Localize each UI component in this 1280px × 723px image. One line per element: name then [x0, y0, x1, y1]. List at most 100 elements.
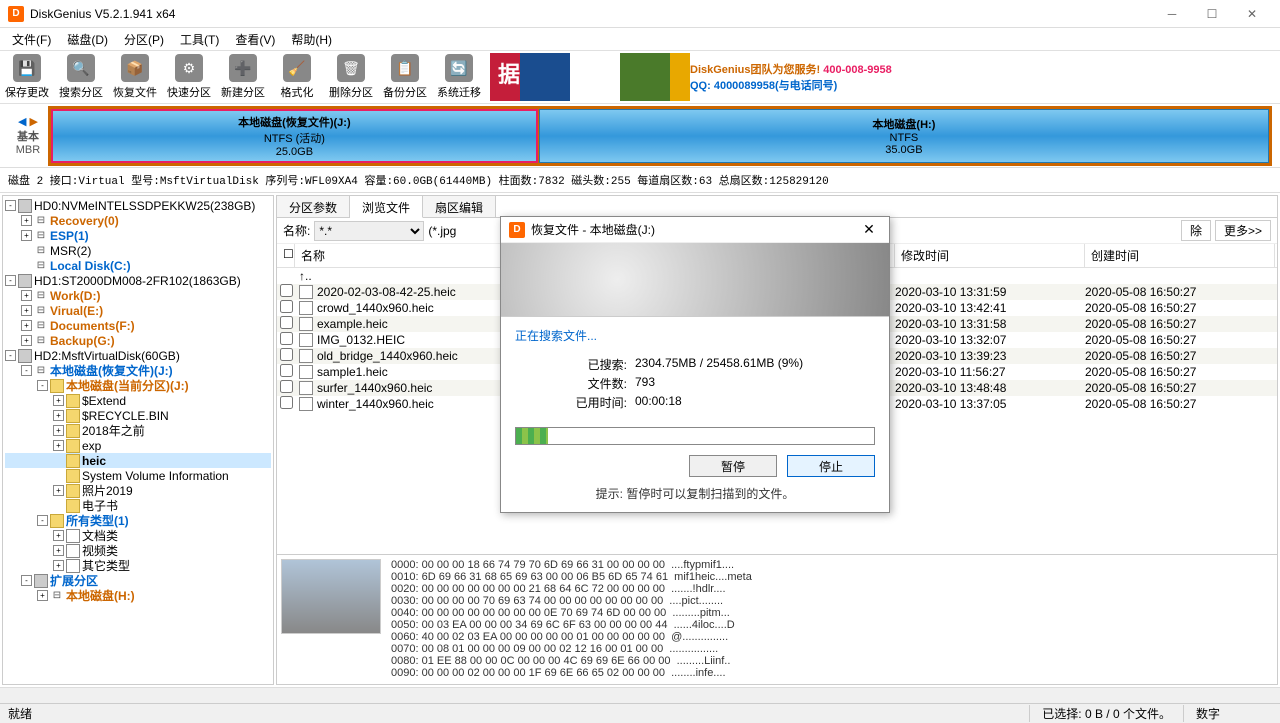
menu-item[interactable]: 磁盘(D) — [59, 29, 116, 50]
tree-panel[interactable]: -HD0:NVMeINTELSSDPEKKW25(238GB)+⊟Recover… — [2, 195, 274, 685]
toolbar-button[interactable]: ➕新建分区 — [216, 50, 270, 104]
tree-item[interactable]: 电子书 — [5, 498, 271, 513]
partition-block[interactable]: 本地磁盘(H:)NTFS35.0GB — [539, 109, 1269, 163]
promo-banner[interactable]: 据 DiskGenius团队为您服务! 400-008-9958 QQ: 400… — [490, 53, 1280, 101]
tree-label: HD1:ST2000DM008-2FR102(1863GB) — [34, 274, 241, 288]
tree-item[interactable]: +⊟Documents(F:) — [5, 318, 271, 333]
file-checkbox[interactable] — [280, 396, 293, 409]
tree-expander[interactable]: + — [21, 305, 32, 316]
menu-item[interactable]: 分区(P) — [116, 29, 172, 50]
tab[interactable]: 扇区编辑 — [423, 196, 496, 217]
toolbar-button[interactable]: 📦恢复文件 — [108, 50, 162, 104]
tree-expander[interactable]: + — [21, 215, 32, 226]
dialog-hint: 提示: 暂停时可以复制扫描到的文件。 — [515, 485, 875, 502]
tree-expander[interactable]: + — [53, 410, 64, 421]
tree-item[interactable]: ⊟Local Disk(C:) — [5, 258, 271, 273]
file-checkbox[interactable] — [280, 300, 293, 313]
partition-block[interactable]: 本地磁盘(恢复文件)(J:)NTFS (活动)25.0GB — [51, 109, 538, 163]
tree-item[interactable]: +⊟Work(D:) — [5, 288, 271, 303]
tree-expander[interactable]: + — [21, 230, 32, 241]
tree-item[interactable]: - HD1:ST2000DM008-2FR102(1863GB) — [5, 273, 271, 288]
filter-pattern-select[interactable]: *.* — [314, 221, 424, 241]
toolbar-button[interactable]: 🔄系统迁移 — [432, 50, 486, 104]
pause-button[interactable]: 暂停 — [689, 455, 777, 477]
filter-label: 名称: — [283, 222, 310, 239]
tree-expander[interactable]: + — [21, 290, 32, 301]
tree-item[interactable]: -HD0:NVMeINTELSSDPEKKW25(238GB) — [5, 198, 271, 213]
maximize-button[interactable]: ☐ — [1192, 0, 1232, 28]
menu-item[interactable]: 文件(F) — [4, 29, 59, 50]
tree-item[interactable]: +exp — [5, 438, 271, 453]
tree-expander[interactable]: - — [37, 380, 48, 391]
tree-expander[interactable]: + — [37, 590, 48, 601]
tree-expander[interactable]: - — [5, 275, 16, 286]
tree-item[interactable]: +文档类 — [5, 528, 271, 543]
toolbar-button[interactable]: 📋备份分区 — [378, 50, 432, 104]
tree-item[interactable]: -扩展分区 — [5, 573, 271, 588]
filter-clear[interactable]: 除 — [1181, 220, 1211, 241]
file-created: 2020-05-08 16:50:27 — [1085, 301, 1275, 315]
file-icon — [299, 381, 313, 395]
disk-nav[interactable]: ◀ ▶ 基本MBR — [8, 115, 48, 156]
toolbar-button[interactable]: 💾保存更改 — [0, 50, 54, 104]
close-button[interactable]: ✕ — [1232, 0, 1272, 28]
tree-expander[interactable]: + — [53, 395, 64, 406]
tree-expander[interactable]: + — [53, 425, 64, 436]
file-checkbox[interactable] — [280, 332, 293, 345]
tree-scrollbar-h[interactable] — [0, 687, 1280, 703]
tree-expander[interactable]: + — [53, 440, 64, 451]
tree-item[interactable]: System Volume Information — [5, 468, 271, 483]
tab[interactable]: 浏览文件 — [350, 196, 423, 218]
tree-item[interactable]: -HD2:MsftVirtualDisk(60GB) — [5, 348, 271, 363]
tree-item[interactable]: +2018年之前 — [5, 423, 271, 438]
toolbar-button[interactable]: 🗑删除分区 — [324, 50, 378, 104]
tree-expander[interactable]: - — [5, 350, 16, 361]
tree-expander[interactable]: - — [21, 365, 32, 376]
toolbar-button[interactable]: 🧹格式化 — [270, 50, 324, 104]
dialog-close-button[interactable]: ✕ — [857, 221, 881, 238]
tree-item[interactable]: ⊟MSR(2) — [5, 243, 271, 258]
tree-expander[interactable]: + — [21, 335, 32, 346]
stop-button[interactable]: 停止 — [787, 455, 875, 477]
file-checkbox[interactable] — [280, 364, 293, 377]
tree-expander[interactable]: + — [53, 545, 64, 556]
tree-item[interactable]: +其它类型 — [5, 558, 271, 573]
tree-item[interactable]: -⊟本地磁盘(恢复文件)(J:) — [5, 363, 271, 378]
file-checkbox[interactable] — [280, 380, 293, 393]
menu-item[interactable]: 查看(V) — [227, 29, 283, 50]
tree-item[interactable]: +⊟Backup(G:) — [5, 333, 271, 348]
tree-expander[interactable]: - — [21, 575, 32, 586]
tree-item[interactable]: +⊟本地磁盘(H:) — [5, 588, 271, 603]
menu-item[interactable]: 帮助(H) — [283, 29, 340, 50]
tree-item[interactable]: +$Extend — [5, 393, 271, 408]
tree-item[interactable]: +视频类 — [5, 543, 271, 558]
toolbar-button[interactable]: ⚙快速分区 — [162, 50, 216, 104]
tree-expander[interactable]: + — [53, 485, 64, 496]
dialog-titlebar[interactable]: D 恢复文件 - 本地磁盘(J:) ✕ — [501, 217, 889, 243]
tree-expander[interactable]: + — [53, 530, 64, 541]
tree-expander[interactable]: + — [21, 320, 32, 331]
file-checkbox[interactable] — [280, 348, 293, 361]
file-checkbox[interactable] — [280, 284, 293, 297]
tree-item[interactable]: +$RECYCLE.BIN — [5, 408, 271, 423]
tree-item[interactable]: +⊟Recovery(0) — [5, 213, 271, 228]
minimize-button[interactable]: ─ — [1152, 0, 1192, 28]
tree-item[interactable]: heic — [5, 453, 271, 468]
dialog-title: 恢复文件 - 本地磁盘(J:) — [531, 221, 655, 238]
tree-expander[interactable]: - — [37, 515, 48, 526]
tab[interactable]: 分区参数 — [277, 196, 350, 217]
tree-expander[interactable]: - — [5, 200, 16, 211]
tree-item[interactable]: +⊟Virual(E:) — [5, 303, 271, 318]
tree-item[interactable]: -本地磁盘(当前分区)(J:) — [5, 378, 271, 393]
folder-icon — [66, 424, 80, 438]
tree-item[interactable]: +⊟ESP(1) — [5, 228, 271, 243]
menu-item[interactable]: 工具(T) — [172, 29, 227, 50]
statusbar: 就绪 已选择: 0 B / 0 个文件。 数字 — [0, 703, 1280, 723]
file-checkbox[interactable] — [280, 316, 293, 329]
tree-expander[interactable]: + — [53, 560, 64, 571]
hdd-icon — [18, 199, 32, 213]
tree-item[interactable]: +照片2019 — [5, 483, 271, 498]
tree-item[interactable]: -所有类型(1) — [5, 513, 271, 528]
toolbar-button[interactable]: 🔍搜索分区 — [54, 50, 108, 104]
filter-more[interactable]: 更多>> — [1215, 220, 1271, 241]
